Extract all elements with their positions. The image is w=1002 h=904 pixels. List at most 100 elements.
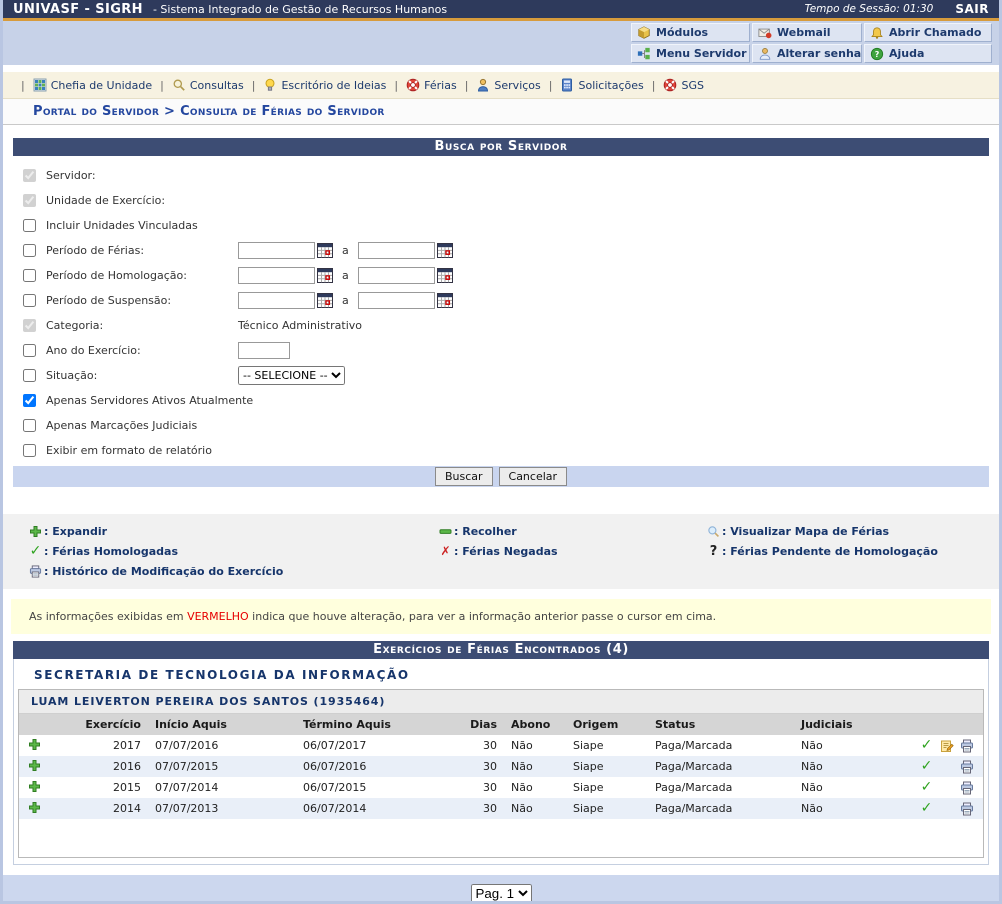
menu-item-ferias[interactable]: Férias bbox=[406, 78, 457, 92]
calendar-icon[interactable] bbox=[437, 268, 453, 283]
alterar-senha-button[interactable]: Alterar senha bbox=[752, 44, 862, 63]
cell-termino: 06/07/2014 bbox=[299, 798, 461, 819]
form-row-unidade: Unidade de Exercício: bbox=[23, 188, 989, 213]
network-icon bbox=[637, 47, 651, 61]
form-body: Servidor: Unidade de Exercício: Incluir … bbox=[13, 156, 989, 466]
form-row-situacao: Situação: -- SELECIONE -- bbox=[23, 363, 989, 388]
periodo-ferias-label: Período de Férias: bbox=[46, 244, 238, 257]
table-header-row: Exercício Início Aquis Término Aquis Dia… bbox=[19, 714, 983, 735]
calendar-icon[interactable] bbox=[437, 293, 453, 308]
ano-exercicio-label: Ano do Exercício: bbox=[46, 344, 238, 357]
expand-plus-icon[interactable] bbox=[19, 756, 63, 777]
notice-highlight: VERMELHO bbox=[187, 610, 249, 623]
col-termino: Término Aquis bbox=[299, 714, 461, 735]
ajuda-button[interactable]: ? Ajuda bbox=[864, 44, 992, 63]
periodo-ferias-checkbox[interactable] bbox=[23, 244, 36, 257]
page-select[interactable]: Pag. 1 bbox=[471, 884, 532, 903]
app-title: UNIVASF - SIGRH bbox=[13, 2, 143, 17]
date-range-separator: a bbox=[342, 294, 349, 307]
categoria-label: Categoria: bbox=[46, 319, 238, 332]
form-row-servidor: Servidor: bbox=[23, 163, 989, 188]
search-form-panel: Busca por Servidor Servidor: Unidade de … bbox=[13, 138, 989, 487]
buscar-button[interactable]: Buscar bbox=[435, 467, 493, 486]
abrir-chamado-button[interactable]: Abrir Chamado bbox=[864, 23, 992, 42]
menu-separator: | bbox=[21, 79, 25, 92]
legend-label: : Férias Negadas bbox=[454, 545, 558, 558]
employee-name: LUAM LEIVERTON PEREIRA DOS SANTOS (19354… bbox=[19, 690, 983, 714]
menu-label: Chefia de Unidade bbox=[51, 79, 152, 92]
menu-item-escritorio-de-ideias[interactable]: Escritório de Ideias bbox=[263, 78, 386, 92]
vacations-table: Exercício Início Aquis Término Aquis Dia… bbox=[19, 714, 983, 819]
legend-label: : Recolher bbox=[454, 525, 517, 538]
printer-icon[interactable] bbox=[958, 802, 975, 816]
expand-plus-icon[interactable] bbox=[19, 798, 63, 819]
menu-separator: | bbox=[549, 79, 553, 92]
printer-icon[interactable] bbox=[958, 739, 975, 753]
menu-item-sgs[interactable]: SGS bbox=[663, 78, 704, 92]
edit-icon[interactable] bbox=[938, 739, 955, 753]
periodo-homologacao-start-input[interactable] bbox=[238, 267, 315, 284]
webmail-envelope-icon bbox=[758, 26, 772, 40]
cell-abono: Não bbox=[507, 756, 569, 777]
menu-item-consultas[interactable]: Consultas bbox=[172, 78, 244, 92]
apenas-judiciais-label: Apenas Marcações Judiciais bbox=[46, 419, 197, 432]
expand-plus-icon[interactable] bbox=[19, 777, 63, 798]
cell-judiciais: Não bbox=[797, 777, 909, 798]
col-dias: Dias bbox=[461, 714, 507, 735]
legend-historico: : Histórico de Modificação do Exercício bbox=[28, 563, 438, 580]
webmail-button[interactable]: Webmail bbox=[752, 23, 862, 42]
cell-inicio: 07/07/2015 bbox=[151, 756, 299, 777]
incluir-vinculadas-checkbox[interactable] bbox=[23, 219, 36, 232]
menu-label: Férias bbox=[424, 79, 457, 92]
cell-exercicio: 2014 bbox=[63, 798, 151, 819]
form-row-apenas-judiciais: Apenas Marcações Judiciais bbox=[23, 413, 989, 438]
calendar-icon[interactable] bbox=[437, 243, 453, 258]
periodo-ferias-end-input[interactable] bbox=[358, 242, 435, 259]
expand-plus-icon[interactable] bbox=[19, 735, 63, 756]
calendar-icon[interactable] bbox=[317, 268, 333, 283]
servidor-checkbox bbox=[23, 169, 36, 182]
menu-label: SGS bbox=[681, 79, 704, 92]
cancelar-button[interactable]: Cancelar bbox=[499, 467, 568, 486]
form-row-apenas-ativos: Apenas Servidores Ativos Atualmente bbox=[23, 388, 989, 413]
unidade-checkbox bbox=[23, 194, 36, 207]
alterar-senha-label: Alterar senha bbox=[777, 47, 861, 60]
periodo-homologacao-end-input[interactable] bbox=[358, 267, 435, 284]
menu-servidor-button[interactable]: Menu Servidor bbox=[631, 44, 750, 63]
calendar-icon[interactable] bbox=[317, 243, 333, 258]
cell-abono: Não bbox=[507, 798, 569, 819]
calendar-icon[interactable] bbox=[317, 293, 333, 308]
apenas-judiciais-checkbox[interactable] bbox=[23, 419, 36, 432]
modulos-button[interactable]: Módulos bbox=[631, 23, 750, 42]
periodo-suspensao-checkbox[interactable] bbox=[23, 294, 36, 307]
cell-inicio: 07/07/2014 bbox=[151, 777, 299, 798]
periodo-ferias-start-input[interactable] bbox=[238, 242, 315, 259]
printer-icon[interactable] bbox=[958, 781, 975, 795]
ano-exercicio-checkbox[interactable] bbox=[23, 344, 36, 357]
col-origem: Origem bbox=[569, 714, 651, 735]
menu-item-servicos[interactable]: Serviços bbox=[476, 78, 540, 92]
menu-item-solicitacoes[interactable]: Solicitações bbox=[560, 78, 643, 92]
cell-judiciais: Não bbox=[797, 798, 909, 819]
cell-inicio: 07/07/2016 bbox=[151, 735, 299, 756]
periodo-suspensao-end-input[interactable] bbox=[358, 292, 435, 309]
cell-abono: Não bbox=[507, 777, 569, 798]
menu-separator: | bbox=[652, 79, 656, 92]
printer-icon bbox=[28, 565, 43, 578]
col-inicio: Início Aquis bbox=[151, 714, 299, 735]
menu-label: Solicitações bbox=[578, 79, 643, 92]
periodo-homologacao-checkbox[interactable] bbox=[23, 269, 36, 282]
ajuda-label: Ajuda bbox=[889, 47, 924, 60]
check-icon: ✓ bbox=[918, 781, 935, 794]
situacao-select[interactable]: -- SELECIONE -- bbox=[238, 366, 345, 385]
cell-origem: Siape bbox=[569, 735, 651, 756]
printer-icon[interactable] bbox=[958, 760, 975, 774]
ano-exercicio-input[interactable] bbox=[238, 342, 290, 359]
situacao-checkbox[interactable] bbox=[23, 369, 36, 382]
logout-link[interactable]: SAIR bbox=[955, 2, 989, 16]
periodo-suspensao-start-input[interactable] bbox=[238, 292, 315, 309]
menu-item-chefia-de-unidade[interactable]: Chefia de Unidade bbox=[33, 78, 152, 92]
apenas-ativos-checkbox[interactable] bbox=[23, 394, 36, 407]
quick-button-bar: Módulos Webmail Abrir Chamado Menu Servi… bbox=[3, 21, 999, 65]
formato-relatorio-checkbox[interactable] bbox=[23, 444, 36, 457]
